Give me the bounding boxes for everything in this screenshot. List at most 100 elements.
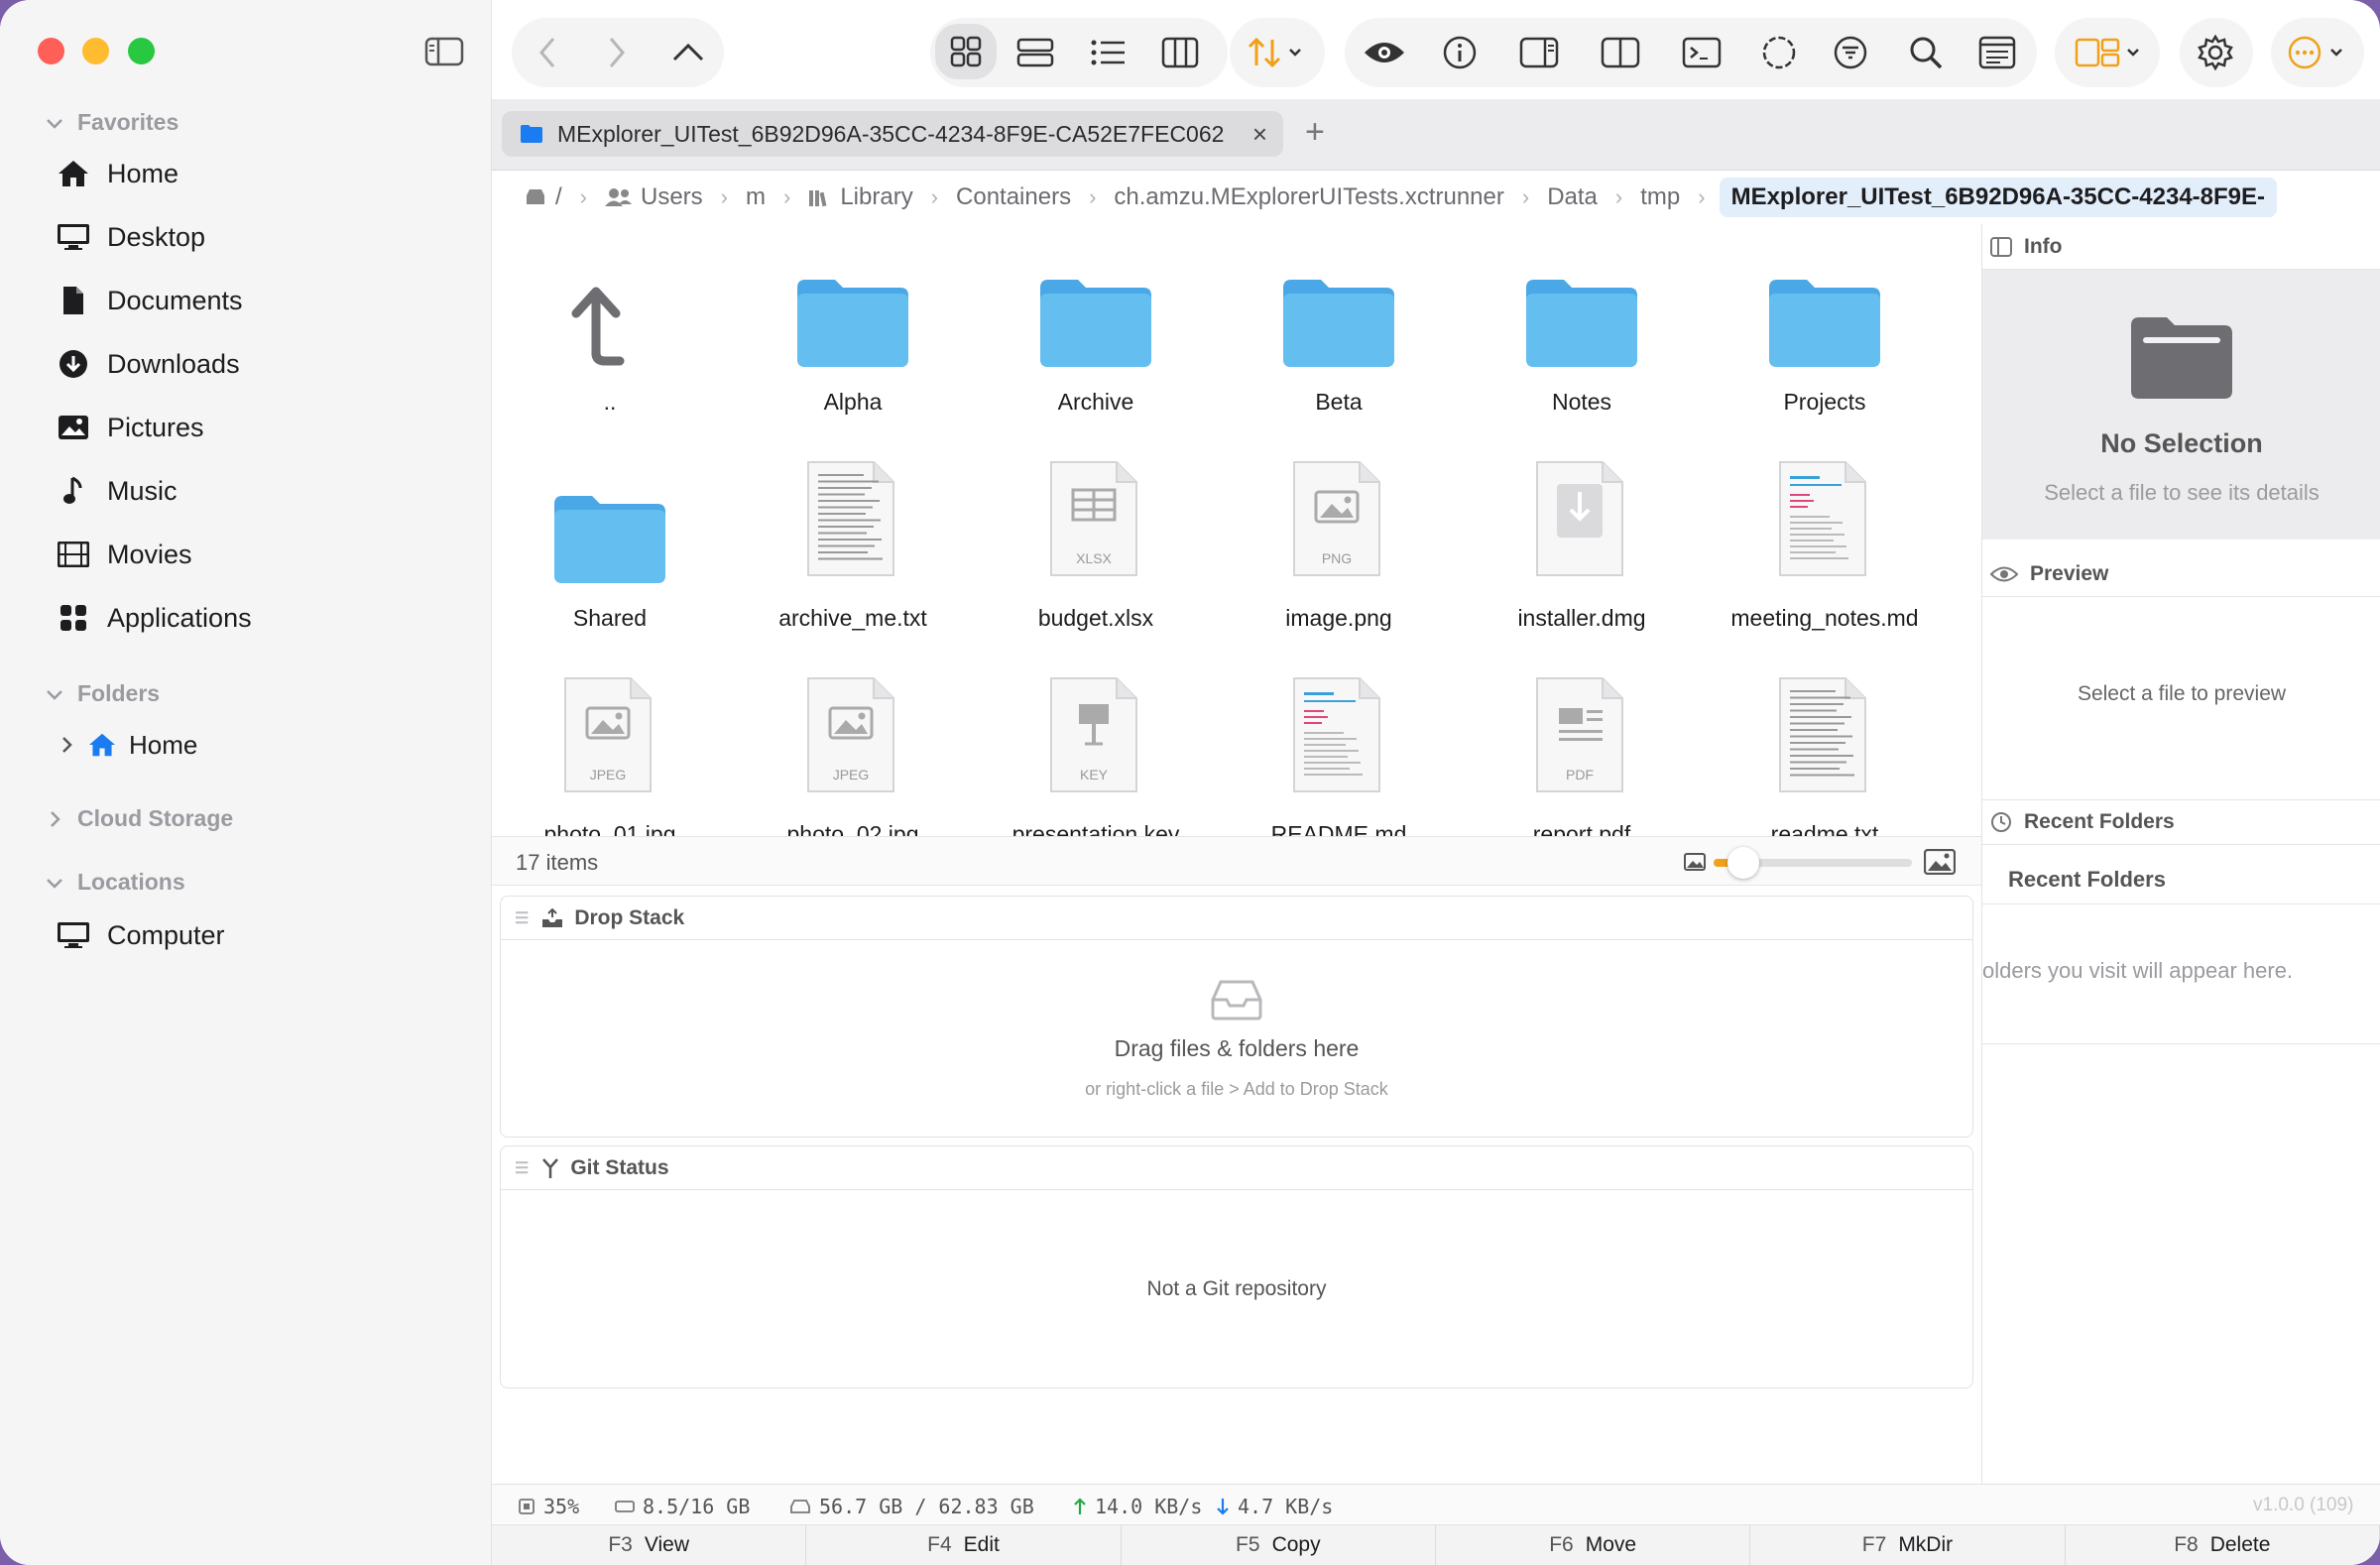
dual-pane-button[interactable]: [1597, 30, 1644, 75]
new-tab-button[interactable]: +: [1305, 113, 1325, 152]
file-item-photo-01-jpg[interactable]: JPEG photo_01.jpg: [496, 657, 724, 836]
quick-look-button[interactable]: [1361, 30, 1408, 75]
minimize-window-button[interactable]: [82, 38, 109, 64]
fkey-delete[interactable]: F8 Delete: [2066, 1525, 2380, 1565]
drag-handle-icon[interactable]: ☰: [515, 1158, 529, 1178]
sidebar-item-folder-home[interactable]: Home: [58, 720, 197, 770]
breadcrumb-root[interactable]: /: [520, 183, 566, 211]
sidebar-item-desktop[interactable]: Desktop: [56, 212, 205, 262]
breadcrumb-tmp[interactable]: tmp: [1636, 183, 1684, 211]
sidebar-item-downloads[interactable]: Downloads: [56, 339, 240, 389]
app-version: v1.0.0 (109): [2253, 1495, 2354, 1515]
sidebar-item-applications[interactable]: Applications: [56, 593, 252, 643]
layout-menu-button[interactable]: [2069, 30, 2152, 75]
music-note-icon: [56, 473, 91, 509]
back-button[interactable]: [524, 30, 571, 75]
sidebar-item-music[interactable]: Music: [56, 466, 178, 516]
no-selection-title: No Selection: [2100, 428, 2263, 458]
fkey-copy[interactable]: F5 Copy: [1122, 1525, 1436, 1565]
chevron-right-icon[interactable]: [58, 734, 77, 756]
fkey-mkdir[interactable]: F7 MkDir: [1750, 1525, 2066, 1565]
arrow-up-icon: [1074, 1498, 1086, 1514]
preview-header[interactable]: Preview: [1982, 551, 2380, 597]
folders-header[interactable]: Folders: [44, 680, 160, 707]
file-item-photo-02-jpg[interactable]: JPEG photo_02.jpg: [739, 657, 967, 836]
breadcrumb-library[interactable]: Library: [804, 183, 916, 211]
file-name: photo_01.jpg: [543, 821, 676, 836]
icon-view-button[interactable]: [935, 24, 997, 79]
large-image-icon: [1924, 849, 1956, 875]
file-item-archive-me-txt[interactable]: archive_me.txt: [739, 440, 967, 639]
terminal-button[interactable]: [1678, 30, 1726, 75]
file-item-meeting-notes-md[interactable]: meeting_notes.md: [1711, 440, 1939, 639]
close-tab-button[interactable]: ×: [1252, 119, 1267, 150]
sidebar-item-documents[interactable]: Documents: [56, 276, 243, 325]
filter-button[interactable]: [1827, 30, 1874, 75]
svg-text:JPEG: JPEG: [833, 767, 870, 782]
file-item-report-pdf[interactable]: PDF report.pdf: [1468, 657, 1696, 836]
document-icon: [56, 283, 91, 318]
toggle-inspector-button[interactable]: [1515, 30, 1563, 75]
sidebar-item-movies[interactable]: Movies: [56, 530, 192, 579]
locations-header[interactable]: Locations: [44, 869, 185, 896]
sidebar-item-computer[interactable]: Computer: [56, 910, 225, 960]
folder-item-notes[interactable]: Notes: [1468, 224, 1696, 422]
parent-folder-button[interactable]: [664, 30, 712, 75]
folder-item-alpha[interactable]: Alpha: [739, 224, 967, 422]
file-item-readme-txt[interactable]: readme.txt: [1711, 657, 1939, 836]
breadcrumb-data[interactable]: Data: [1543, 183, 1602, 211]
forward-button[interactable]: [593, 30, 641, 75]
sort-button[interactable]: [1238, 30, 1317, 75]
gear-icon: [2198, 34, 2233, 71]
favorites-header[interactable]: Favorites: [44, 109, 178, 136]
divider: [1982, 1043, 2380, 1044]
fkey-edit[interactable]: F4 Edit: [806, 1525, 1122, 1565]
reader-button[interactable]: [1973, 30, 2021, 75]
search-button[interactable]: [1902, 30, 1950, 75]
breadcrumb-current[interactable]: MExplorer_UITest_6B92D96A-35CC-4234-8F9E…: [1719, 178, 2278, 217]
file-item-installer-dmg[interactable]: installer.dmg: [1468, 440, 1696, 639]
sidebar-item-home[interactable]: Home: [56, 149, 178, 198]
cpu-icon: [519, 1499, 535, 1514]
file-item-budget-xlsx[interactable]: XLSX budget.xlsx: [982, 440, 1210, 639]
selection-button[interactable]: [1755, 30, 1803, 75]
sidebar-toggle-icon[interactable]: [424, 36, 464, 67]
zoom-slider[interactable]: [1714, 847, 1912, 879]
svg-text:XLSX: XLSX: [1076, 550, 1112, 566]
fkey-move[interactable]: F6 Move: [1436, 1525, 1751, 1565]
zoom-slider-knob[interactable]: [1727, 847, 1759, 879]
file-item-readme-md[interactable]: README.md: [1225, 657, 1453, 836]
drop-stack-panel[interactable]: ☰ Drop Stack Drag files & folders here o…: [500, 896, 1973, 1138]
column-view-button[interactable]: [1156, 30, 1204, 75]
sidebar-item-pictures[interactable]: Pictures: [56, 403, 204, 452]
info-header[interactable]: Info: [1982, 224, 2380, 270]
drag-handle-icon[interactable]: ☰: [515, 908, 529, 928]
file-name: Archive: [1057, 389, 1134, 415]
svg-text:KEY: KEY: [1080, 767, 1109, 782]
parent-folder-item[interactable]: ..: [496, 224, 724, 422]
cloud-storage-header[interactable]: Cloud Storage: [44, 805, 233, 832]
house-icon: [56, 156, 91, 191]
get-info-button[interactable]: [1436, 30, 1484, 75]
more-menu-button[interactable]: [2281, 30, 2356, 75]
zoom-window-button[interactable]: [128, 38, 155, 64]
fkey-view[interactable]: F3 View: [492, 1525, 807, 1565]
settings-button[interactable]: [2192, 30, 2239, 75]
breadcrumb-m[interactable]: m: [742, 183, 770, 211]
gallery-view-button[interactable]: [1012, 30, 1059, 75]
folder-item-shared[interactable]: Shared: [496, 440, 724, 639]
breadcrumb-xctrunner[interactable]: ch.amzu.MExplorerUITests.xctrunner: [1110, 183, 1507, 211]
recent-folders-header[interactable]: Recent Folders: [1982, 799, 2380, 845]
chevron-down-icon: [47, 878, 62, 889]
tab-current-folder[interactable]: MExplorer_UITest_6B92D96A-35CC-4234-8F9E…: [502, 111, 1283, 157]
list-view-button[interactable]: [1085, 30, 1132, 75]
file-item-image-png[interactable]: PNG image.png: [1225, 440, 1453, 639]
folder-item-projects[interactable]: Projects: [1711, 224, 1939, 422]
file-name: Shared: [572, 605, 648, 631]
folder-item-archive[interactable]: Archive: [982, 224, 1210, 422]
breadcrumb-users[interactable]: Users: [601, 183, 707, 211]
close-window-button[interactable]: [38, 38, 64, 64]
breadcrumb-containers[interactable]: Containers: [952, 183, 1075, 211]
file-item-presentation-key[interactable]: KEY presentation.key: [982, 657, 1210, 836]
folder-item-beta[interactable]: Beta: [1225, 224, 1453, 422]
